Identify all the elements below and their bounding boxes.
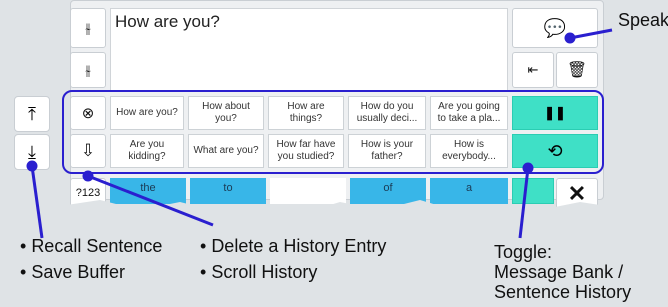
toggle-label-3: Sentence History (494, 282, 632, 302)
toggle-label-1: Toggle: (494, 242, 553, 262)
speak-label: Speak (618, 10, 668, 30)
recall-label: Recall Sentence (20, 236, 162, 257)
save-label: Save Buffer (20, 262, 125, 283)
toggle-label: Toggle: Message Bank / Sentence History (494, 242, 631, 302)
delete-label: Delete a History Entry (200, 236, 386, 257)
scroll-label: Scroll History (200, 262, 317, 283)
toggle-label-2: Message Bank / (494, 262, 624, 282)
